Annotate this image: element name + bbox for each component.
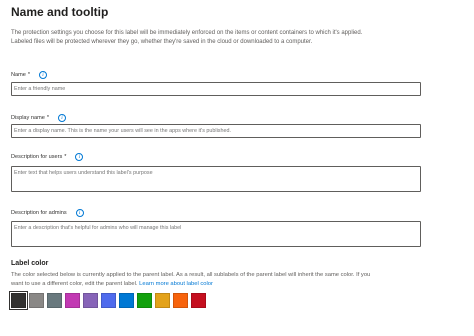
label-color-heading: Label color <box>11 260 49 267</box>
display-name-input[interactable] <box>11 124 421 138</box>
description-admins-label: Description for admins <box>11 210 67 216</box>
info-icon[interactable]: i <box>75 209 84 217</box>
label-color-note-line-1: The color selected below is currently ap… <box>11 272 371 278</box>
color-swatch[interactable] <box>191 293 206 308</box>
display-name-label-row: Display name * i <box>11 114 67 122</box>
label-color-note: The color selected below is currently ap… <box>11 271 463 289</box>
color-swatch[interactable] <box>173 293 188 308</box>
color-swatch[interactable] <box>29 293 44 308</box>
color-swatch[interactable] <box>47 293 62 308</box>
page-title: Name and tooltip <box>11 5 109 19</box>
color-swatch[interactable] <box>83 293 98 308</box>
required-mark: * <box>64 154 67 160</box>
color-swatch[interactable] <box>119 293 134 308</box>
info-icon[interactable]: i <box>75 153 84 161</box>
color-swatch[interactable] <box>101 293 116 308</box>
info-icon[interactable]: i <box>39 71 48 79</box>
label-color-note-line-2: want to use a different color, edit the … <box>11 280 463 289</box>
description-admins-textarea[interactable] <box>11 221 421 247</box>
color-swatch[interactable] <box>137 293 152 308</box>
color-swatch-group <box>9 291 206 310</box>
display-name-label: Display name <box>11 115 45 121</box>
description-users-textarea[interactable] <box>11 166 421 192</box>
description-users-label: Description for users <box>11 154 63 160</box>
description-line-2: Labeled files will be protected wherever… <box>11 39 313 45</box>
page-description: The protection settings you choose for t… <box>11 29 463 47</box>
color-swatch[interactable] <box>65 293 80 308</box>
color-swatch[interactable] <box>155 293 170 308</box>
description-line-1: The protection settings you choose for t… <box>11 30 363 36</box>
info-icon[interactable]: i <box>58 114 67 122</box>
name-input[interactable] <box>11 82 421 96</box>
learn-more-link[interactable]: Learn more about label color <box>139 281 213 287</box>
required-mark: * <box>27 72 31 78</box>
required-mark: * <box>46 115 50 121</box>
description-users-label-row: Description for users * i <box>11 153 84 161</box>
description-admins-label-row: Description for admins i <box>11 209 84 217</box>
name-label-row: Name * i <box>11 71 48 79</box>
color-swatch[interactable] <box>9 291 28 310</box>
name-label: Name <box>11 72 26 78</box>
label-color-note-text: want to use a different color, edit the … <box>11 281 138 287</box>
